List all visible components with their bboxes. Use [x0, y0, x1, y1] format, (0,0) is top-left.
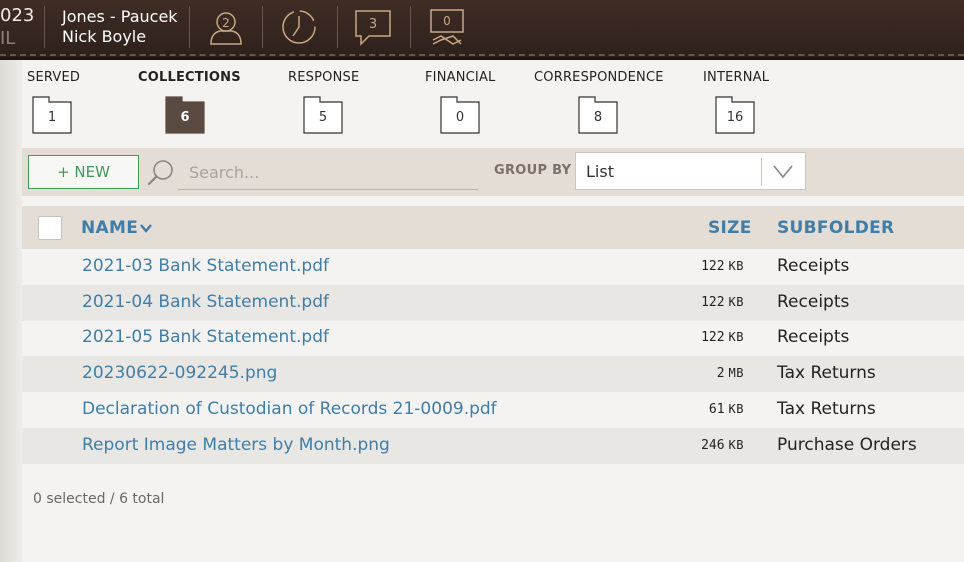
link-icon[interactable]: 0 — [427, 6, 467, 48]
folder-count: 8 — [593, 110, 603, 125]
file-size: 122 KB — [701, 330, 744, 345]
file-size: 246 KB — [701, 438, 744, 453]
table-row[interactable]: 2021-04 Bank Statement.pdf 122 KB Receipt… — [22, 285, 964, 321]
case-location: IL — [0, 28, 16, 49]
tab-label: FINANCIAL — [425, 70, 496, 85]
file-name-link[interactable]: 20230622-092245.png — [82, 363, 277, 383]
clock-icon[interactable] — [279, 6, 319, 48]
link-count: 0 — [443, 14, 451, 28]
table-row[interactable]: 2021-03 Bank Statement.pdf 122 KB Receipt… — [22, 249, 964, 285]
selection-status: 0 selected / 6 total — [33, 491, 165, 507]
message-icon[interactable]: 3 — [353, 6, 393, 48]
folder-count: 16 — [726, 110, 744, 125]
file-size-unit: KB — [728, 438, 744, 452]
file-size-unit: MB — [728, 366, 744, 380]
file-subfolder: Tax Returns — [777, 399, 876, 419]
tab-label: SERVED — [27, 70, 81, 85]
file-subfolder: Receipts — [777, 327, 850, 347]
binder-edge — [0, 60, 22, 562]
file-size-unit: KB — [728, 295, 744, 309]
user-icon[interactable]: 2 — [206, 6, 246, 48]
file-size-value: 2 — [716, 366, 725, 381]
folder-count: 1 — [47, 110, 57, 125]
table-row[interactable]: 2021-05 Bank Statement.pdf 122 KB Receipt… — [22, 320, 964, 356]
file-size-unit: KB — [728, 330, 744, 344]
folder-served[interactable]: 1 — [32, 96, 72, 134]
header-divider — [262, 6, 263, 48]
header-divider — [44, 6, 45, 48]
folder-response[interactable]: 5 — [303, 96, 343, 134]
header-divider — [410, 6, 411, 48]
file-name-link[interactable]: Declaration of Custodian of Records 21-0… — [82, 399, 497, 419]
column-header-subfolder[interactable]: SUBFOLDER — [777, 218, 894, 238]
file-name-link[interactable]: Report Image Matters by Month.png — [82, 435, 390, 455]
file-subfolder: Purchase Orders — [777, 435, 917, 455]
file-name-link[interactable]: 2021-04 Bank Statement.pdf — [82, 292, 329, 312]
table-header: NAME SIZE SUBFOLDER — [22, 206, 964, 249]
folder-internal[interactable]: 16 — [715, 96, 755, 134]
chevron-down-icon — [772, 163, 794, 181]
file-subfolder: Tax Returns — [777, 363, 876, 383]
table-row[interactable]: Declaration of Custodian of Records 21-0… — [22, 392, 964, 428]
sort-chevron-down-icon[interactable] — [139, 220, 153, 234]
file-size-unit: KB — [728, 259, 744, 273]
message-count: 3 — [369, 17, 377, 32]
document-toolbar: + NEW GROUP BY List — [22, 148, 964, 196]
column-header-name[interactable]: NAME — [81, 218, 138, 238]
file-size-value: 122 — [701, 295, 725, 310]
group-by-select[interactable]: List — [575, 152, 806, 190]
file-size-unit: KB — [728, 402, 744, 416]
tab-label: INTERNAL — [703, 70, 770, 85]
file-size-value: 246 — [701, 438, 725, 453]
tab-response[interactable]: RESPONSE — [288, 69, 359, 87]
file-size-value: 122 — [701, 330, 725, 345]
file-size: 122 KB — [701, 259, 744, 274]
search-input[interactable] — [178, 156, 478, 190]
case-party-secondary[interactable]: Nick Boyle — [62, 27, 146, 47]
file-size: 61 KB — [709, 402, 744, 417]
search-icon — [146, 158, 176, 188]
tab-internal[interactable]: INTERNAL — [703, 69, 769, 87]
header-divider — [189, 6, 190, 48]
select-all-checkbox[interactable] — [38, 216, 62, 240]
file-name-link[interactable]: 2021-03 Bank Statement.pdf — [82, 256, 329, 276]
folder-correspondence[interactable]: 8 — [578, 96, 618, 134]
table-row[interactable]: Report Image Matters by Month.png 246 KB … — [22, 428, 964, 464]
tab-financial[interactable]: FINANCIAL — [425, 69, 496, 87]
tab-served[interactable]: SERVED — [27, 69, 80, 87]
group-by-value: List — [586, 162, 614, 181]
leather-stitch — [0, 54, 964, 56]
tab-label: COLLECTIONS — [138, 70, 241, 85]
folder-count: 5 — [318, 110, 328, 125]
tab-correspondence[interactable]: CORRESPONDENCE — [534, 69, 664, 87]
case-header-bar: 023 IL Jones - Paucek Nick Boyle 2 3 0 — [0, 0, 964, 60]
file-subfolder: Receipts — [777, 256, 850, 276]
folder-count: 0 — [455, 110, 465, 125]
table-row[interactable]: 20230622-092245.png 2 MB Tax Returns — [22, 356, 964, 392]
user-count: 2 — [222, 16, 230, 30]
new-document-button[interactable]: + NEW — [28, 155, 139, 189]
file-size: 122 KB — [701, 295, 744, 310]
file-size: 2 MB — [717, 366, 744, 381]
tab-label: RESPONSE — [288, 70, 360, 85]
tab-label: CORRESPONDENCE — [534, 70, 664, 85]
folder-financial[interactable]: 0 — [440, 96, 480, 134]
tab-collections[interactable]: COLLECTIONS — [138, 69, 241, 87]
select-divider — [761, 158, 762, 185]
file-size-value: 122 — [701, 259, 725, 274]
folder-collections[interactable]: 6 — [165, 96, 205, 134]
case-number: 023 — [0, 5, 35, 26]
header-divider — [337, 6, 338, 48]
folder-count: 6 — [180, 110, 190, 125]
case-party-primary[interactable]: Jones - Paucek — [62, 7, 178, 27]
column-header-size[interactable]: SIZE — [708, 218, 752, 238]
file-size-value: 61 — [708, 402, 725, 417]
file-name-link[interactable]: 2021-05 Bank Statement.pdf — [82, 327, 329, 347]
group-by-label: GROUP BY — [494, 163, 572, 178]
file-subfolder: Receipts — [777, 292, 850, 312]
